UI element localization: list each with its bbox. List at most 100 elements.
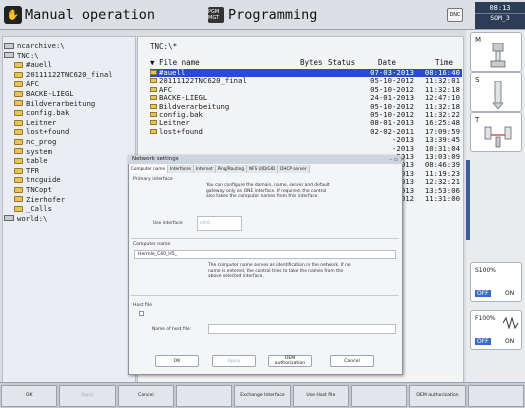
file-row[interactable]: config.bak 05-10-2012 11:32:22 bbox=[150, 110, 462, 119]
softkey-empty-3[interactable] bbox=[176, 385, 233, 407]
softkey-empty-6[interactable] bbox=[351, 385, 408, 407]
host-file-name-input[interactable] bbox=[208, 324, 396, 334]
tab-ping-routing[interactable]: Ping/Routing bbox=[215, 165, 247, 173]
mode-short: SOM_3 bbox=[475, 13, 525, 22]
spindle-off-label: OFF bbox=[475, 290, 491, 297]
current-path: TNC:\* bbox=[150, 42, 178, 51]
tree-item[interactable]: TNCopt bbox=[4, 185, 113, 195]
tree-item-label: system bbox=[26, 146, 52, 156]
softkey-exchange-interface[interactable]: Exchange Interface bbox=[234, 385, 291, 407]
m-function-button[interactable]: M bbox=[470, 32, 522, 72]
tab-internet[interactable]: Internet bbox=[193, 165, 216, 173]
m-label: M bbox=[475, 36, 482, 44]
tree-item[interactable]: ncarchive:\ bbox=[4, 41, 113, 51]
tab-nfs-uid-gid[interactable]: NFS UID/GID bbox=[246, 165, 279, 173]
tree-item-label: nc_prog bbox=[26, 136, 57, 146]
softkey-cancel[interactable]: Cancel bbox=[117, 385, 174, 407]
folder-icon bbox=[150, 95, 157, 101]
mode-programming[interactable]: PGM MGT Programming bbox=[208, 4, 398, 26]
dialog-apply-button[interactable]: Apply bbox=[212, 355, 256, 367]
spindle-override[interactable]: S100% OFF ON bbox=[470, 262, 522, 302]
file-row[interactable]: lost+found 02-02-2011 17:09:59 bbox=[150, 126, 462, 136]
tree-item[interactable]: BACKE-LIEGL bbox=[4, 89, 113, 99]
tree-item[interactable]: lost+found bbox=[4, 127, 113, 137]
tree-item[interactable]: #auell bbox=[4, 60, 113, 70]
file-name-text: lost+found bbox=[159, 126, 203, 136]
col-time[interactable]: Time bbox=[435, 58, 453, 67]
file-list-header: ▼ File name Bytes Status Date Time bbox=[150, 58, 462, 68]
file-row[interactable]: -2013 13:39:45 bbox=[150, 135, 462, 144]
tree-item[interactable]: _Calls bbox=[4, 204, 113, 214]
computer-name-label: Computer name bbox=[133, 242, 171, 247]
tree-item[interactable]: Zierhofer bbox=[4, 195, 113, 205]
mode-manual-operation[interactable]: ✋ Manual operation bbox=[4, 4, 200, 26]
feed-override[interactable]: F100% OFF ON bbox=[470, 310, 522, 350]
tree-item-label: lost+found bbox=[26, 127, 70, 137]
tree-item-label: TNC:\ bbox=[17, 50, 39, 60]
col-date[interactable]: Date bbox=[378, 58, 396, 67]
s-function-button[interactable]: S bbox=[470, 72, 522, 112]
softkey-empty-8[interactable] bbox=[467, 385, 524, 407]
tree-item[interactable]: AFC bbox=[4, 79, 113, 89]
file-row[interactable]: -2013 10:31:04 bbox=[150, 144, 462, 153]
tree-item-label: TNCopt bbox=[26, 184, 52, 194]
tree-item[interactable]: TFR bbox=[4, 166, 113, 176]
feed-on-label: ON bbox=[505, 338, 515, 345]
col-file-name[interactable]: ▼ File name bbox=[150, 58, 200, 67]
drive-icon bbox=[4, 42, 14, 49]
s-label: S bbox=[475, 76, 480, 84]
folder-icon bbox=[14, 61, 23, 68]
dialog-cancel-button[interactable]: Cancel bbox=[330, 355, 374, 367]
folder-icon bbox=[14, 119, 23, 126]
dialog-oem-button[interactable]: OEM authorization bbox=[268, 355, 312, 367]
tree-item[interactable]: tncguide bbox=[4, 175, 113, 185]
tree-item-label: ncarchive:\ bbox=[17, 41, 65, 50]
spindle-icon bbox=[490, 43, 506, 68]
primary-interface-label: Primary interface bbox=[133, 177, 173, 182]
tree-item[interactable]: 20111122TNC620_final bbox=[4, 70, 113, 80]
dialog-title: Network settings bbox=[128, 155, 403, 164]
softkey-use-host-file[interactable]: Use Host file bbox=[292, 385, 349, 407]
computer-name-input[interactable]: Hermle_C40_H5_ bbox=[134, 250, 396, 259]
softkey-ok[interactable]: OK bbox=[1, 385, 58, 407]
col-status[interactable]: Status bbox=[328, 58, 355, 67]
tree-item-label: _Calls bbox=[26, 204, 52, 214]
dialog-tabs: Computer name Interfaces Internet Ping/R… bbox=[129, 165, 310, 173]
tree-item[interactable]: system bbox=[4, 147, 113, 157]
window-controls-icon[interactable]: – ▫ × bbox=[389, 156, 405, 163]
folder-icon bbox=[14, 129, 23, 136]
manual-hand-icon: ✋ bbox=[4, 6, 22, 24]
tab-interfaces[interactable]: Interfaces bbox=[168, 165, 194, 173]
folder-icon bbox=[14, 138, 23, 145]
tree-item-label: TFR bbox=[26, 165, 39, 175]
feed-off-label: OFF bbox=[475, 338, 491, 345]
tab-computer-name[interactable]: Computer name bbox=[129, 165, 169, 173]
spindle-speed-icon bbox=[492, 81, 504, 109]
folder-icon bbox=[150, 112, 157, 117]
file-row[interactable]: 20111122TNC620_final 05-10-2012 11:32:01 bbox=[150, 76, 462, 85]
spindle-on-label: ON bbox=[505, 290, 515, 297]
host-file-label: Host file bbox=[133, 303, 152, 308]
softkey-oem-authorization[interactable]: OEM authorization bbox=[409, 385, 466, 407]
dnc-icon[interactable]: DNC bbox=[447, 8, 463, 22]
dialog-ok-button[interactable]: OK bbox=[155, 355, 199, 367]
use-interface-select[interactable]: eth0 bbox=[197, 216, 242, 231]
folder-icon bbox=[14, 186, 23, 193]
directory-tree[interactable]: ncarchive:\ TNC:\ #auell 20111122TNC620_fin… bbox=[2, 36, 136, 398]
tree-item[interactable]: world:\ bbox=[4, 214, 113, 224]
tree-item[interactable]: table bbox=[4, 156, 113, 166]
tree-item-label: table bbox=[26, 156, 48, 166]
t-label: T bbox=[475, 116, 480, 124]
tree-item[interactable]: Leitner bbox=[4, 118, 113, 128]
tree-item[interactable]: TNC:\ bbox=[4, 51, 113, 61]
use-host-file-checkbox[interactable] bbox=[139, 311, 144, 316]
tree-item[interactable]: config.bak bbox=[4, 108, 113, 118]
primary-interface-desc: You can configure the domain, name, serv… bbox=[206, 183, 330, 199]
tree-item[interactable]: Bildverarbeitung bbox=[4, 99, 113, 109]
col-bytes[interactable]: Bytes bbox=[300, 58, 323, 67]
tree-item[interactable]: nc_prog bbox=[4, 137, 113, 147]
tab-dhcp-server[interactable]: DHCP server bbox=[278, 165, 310, 173]
softkey-apply[interactable]: Apply bbox=[59, 385, 116, 407]
t-function-button[interactable]: T bbox=[470, 112, 522, 152]
tree-item-label: #auell bbox=[26, 60, 52, 70]
